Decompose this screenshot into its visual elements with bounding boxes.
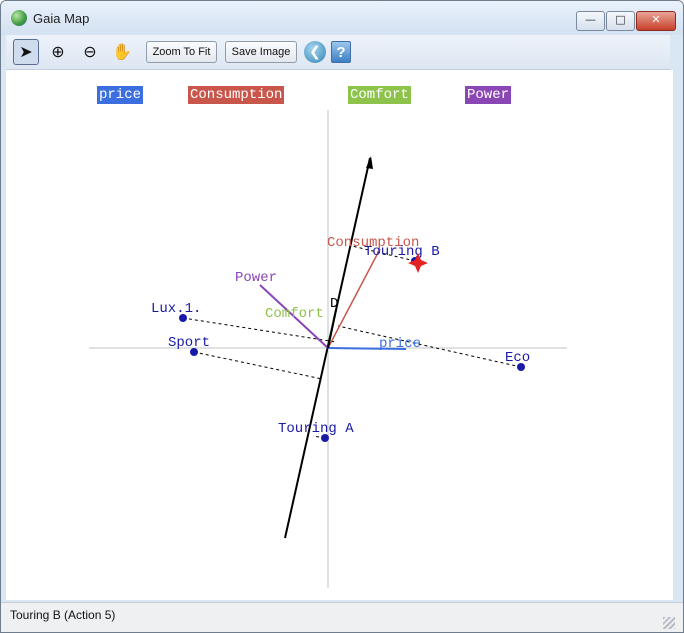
maximize-button[interactable]: □ [606, 11, 635, 31]
decision-vector [327, 309, 337, 349]
gaia-plot: price Consumption Comfort Power D Lux.1.… [89, 110, 567, 588]
pointer-tool-icon[interactable]: ➤ [13, 39, 39, 65]
minimize-button[interactable]: — [576, 11, 605, 31]
toolbar: ➤ ⊕ ⊖ ✋ Zoom To Fit Save Image ❮ ? [6, 35, 670, 70]
gaia-map-window: Gaia Map — □ ✕ ➤ ⊕ ⊖ ✋ Zoom To Fit Save … [0, 0, 684, 633]
back-arrow-icon[interactable]: ❮ [304, 41, 326, 63]
decision-label: D [330, 296, 338, 312]
window-title: Gaia Map [33, 11, 90, 26]
status-text: Touring B (Action 5) [10, 608, 116, 622]
status-bar: Touring B (Action 5) [1, 602, 683, 632]
help-icon[interactable]: ? [331, 41, 351, 63]
action-label-sport: Sport [168, 335, 210, 351]
price-label: price [379, 336, 421, 352]
power-label: Power [235, 270, 277, 286]
action-label-lux: Lux.1. [151, 301, 201, 317]
action-label-eco: Eco [505, 350, 530, 366]
save-image-button[interactable]: Save Image [225, 41, 297, 63]
gaia-plane[interactable]: price Consumption Comfort Power price Co [6, 70, 673, 600]
globe-icon [11, 10, 27, 26]
zoom-to-fit-button[interactable]: Zoom To Fit [146, 41, 217, 63]
resize-grip-icon[interactable] [663, 617, 675, 629]
pan-hand-icon[interactable]: ✋ [109, 39, 135, 65]
zoom-in-icon[interactable]: ⊕ [45, 39, 71, 65]
projection-line-eco [337, 325, 522, 368]
zoom-out-icon[interactable]: ⊖ [77, 39, 103, 65]
action-label-touring-b: Touring B [364, 244, 440, 260]
comfort-label: Comfort [265, 306, 324, 322]
action-label-touring-a: Touring A [278, 421, 354, 437]
close-button[interactable]: ✕ [636, 11, 676, 31]
title-bar[interactable]: Gaia Map — □ ✕ [1, 1, 683, 35]
projection-line-sport [193, 351, 323, 380]
